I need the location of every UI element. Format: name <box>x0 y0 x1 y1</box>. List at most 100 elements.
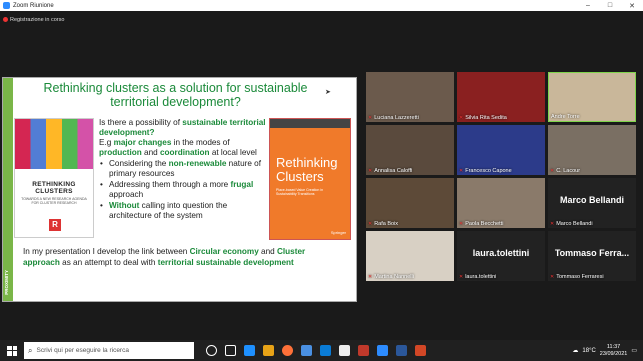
name-text: Rafa Boix <box>374 221 399 227</box>
window-title: Zoom Riunione <box>13 2 54 9</box>
publisher-logo-icon: R <box>49 219 61 231</box>
edge-icon[interactable] <box>244 345 255 356</box>
name-text: Marco Bellandi <box>556 221 593 227</box>
slide-bullets: Considering the non-renewable nature of … <box>99 159 269 221</box>
task-view-icon[interactable] <box>225 345 236 356</box>
windows-start-icon[interactable] <box>4 343 20 359</box>
book-subtitle-left: TOWARDS A NEW RESEARCH AGENDA FOR CLUSTE… <box>21 197 87 205</box>
mic-muted-icon: ✕ <box>368 115 373 121</box>
participant-tile[interactable]: ✕ Luciana Lazzeretti <box>366 72 454 122</box>
mic-muted-icon: ✕ <box>459 221 464 227</box>
participant-big-name: laura.tolettini <box>472 248 530 258</box>
participant-tile[interactable]: ✕ Annalisa Caloffi <box>366 125 454 175</box>
participant-tile[interactable]: Marco Bellandi ✕ Marco Bellandi <box>548 178 636 228</box>
maximize-button[interactable]: □ <box>599 0 621 11</box>
name-text: Annalisa Caloffi <box>374 168 413 174</box>
recording-bar: Registrazione in corso <box>0 11 643 29</box>
book-cover-right: Rethinking Clusters Place-based Value Cr… <box>269 118 351 240</box>
bullet-item: Without calling into question the archit… <box>99 201 269 221</box>
mic-muted-icon: ✕ <box>368 221 373 227</box>
participant-tile[interactable]: Andre Torre <box>548 72 636 122</box>
text-span: approach <box>109 190 144 199</box>
file-explorer-icon[interactable] <box>263 345 274 356</box>
recording-indicator[interactable]: Registrazione in corso <box>3 15 64 24</box>
participant-tile[interactable]: ✕ C. Lacour <box>548 125 636 175</box>
participant-name: ✕ C. Lacour <box>550 168 580 174</box>
participant-big-name: Marco Bellandi <box>559 195 624 205</box>
minimize-button[interactable]: – <box>577 0 599 11</box>
word-icon[interactable] <box>396 345 407 356</box>
participant-tile[interactable]: ✕ Silvia Rita Sedita <box>457 72 545 122</box>
shared-slide: PROXIMITY Rethinking clusters as a solut… <box>2 77 357 302</box>
slide-title: Rethinking clusters as a solution for su… <box>43 81 308 109</box>
date: 23/09/2021 <box>599 350 628 357</box>
zoom-logo-icon <box>3 2 10 9</box>
participant-name: ✕ Francesco Capone <box>459 168 512 174</box>
name-text: Martina Nannelli <box>374 274 414 280</box>
name-text: Luciana Lazzeretti <box>374 115 419 121</box>
bullet-item: Considering the non-renewable nature of … <box>99 159 269 179</box>
participant-name: ✕ Martina Nannelli <box>368 274 414 280</box>
mic-muted-icon: ✕ <box>368 274 373 280</box>
bullet-item: Addressing them through a more frugal ap… <box>99 180 269 200</box>
name-text: Andre Torre <box>551 114 580 120</box>
name-text: Francesco Capone <box>465 168 512 174</box>
slide-body: Is there a possibility of sustainable te… <box>99 118 269 221</box>
cortana-icon[interactable] <box>206 345 217 356</box>
zoom-icon[interactable] <box>377 345 388 356</box>
participant-tile[interactable]: ✕ Rafa Boix <box>366 178 454 228</box>
mic-muted-icon: ✕ <box>550 221 555 227</box>
book-title-right: Rethinking Clusters <box>276 155 338 184</box>
text-span: Addressing them through a more <box>109 180 231 189</box>
highlight-span: coordination <box>159 148 210 157</box>
participant-tile[interactable]: ✕ Martina Nannelli <box>366 231 454 281</box>
book-title-left: RETHINKING CLUSTERS <box>32 181 76 195</box>
book-cover-left: RETHINKING CLUSTERS TOWARDS A NEW RESEAR… <box>14 118 94 238</box>
mic-muted-icon: ✕ <box>550 168 555 174</box>
participant-name: ✕ laura.tolettini <box>459 274 496 280</box>
window-controls: – □ ✕ <box>577 0 643 11</box>
acrobat-icon[interactable] <box>358 345 369 356</box>
record-dot-icon <box>3 17 8 22</box>
participant-tile[interactable]: ✕ Francesco Capone <box>457 125 545 175</box>
text-span: at local level <box>209 148 257 157</box>
participant-name: ✕ Silvia Rita Sedita <box>459 115 507 121</box>
highlight-span: production <box>99 148 142 157</box>
mic-muted-icon: ✕ <box>368 168 373 174</box>
participant-name: ✕ Paola Becchetti <box>459 221 503 227</box>
participant-tile[interactable]: Tommaso Ferra... ✕ Tommaso Ferraresi <box>548 231 636 281</box>
store-icon[interactable] <box>301 345 312 356</box>
close-button[interactable]: ✕ <box>621 0 643 11</box>
name-text: C. Lacour <box>556 168 581 174</box>
participant-big-name: Tommaso Ferra... <box>554 248 630 258</box>
participant-name: Andre Torre <box>551 114 580 120</box>
mic-muted-icon: ✕ <box>459 115 464 121</box>
text-span: in the modes of <box>171 138 230 147</box>
participant-tile[interactable]: ✕ Paola Becchetti <box>457 178 545 228</box>
text-span: and <box>141 148 160 157</box>
temperature: 18°C <box>582 347 596 354</box>
outlook-icon[interactable] <box>320 345 331 356</box>
slide-side-label: PROXIMITY <box>4 270 9 295</box>
taskbar-search[interactable]: ⌕ Scrivi qui per eseguire la ricerca <box>24 342 194 359</box>
mic-muted-icon: ✕ <box>459 274 464 280</box>
powerpoint-icon[interactable] <box>415 345 426 356</box>
highlight-span: Circular economy <box>189 247 259 256</box>
participant-tile[interactable]: laura.tolettini ✕ laura.tolettini <box>457 231 545 281</box>
participant-name: ✕ Annalisa Caloffi <box>368 168 412 174</box>
cursor-icon: ➤ <box>325 89 331 96</box>
clock[interactable]: 11:37 23/09/2021 <box>600 344 628 358</box>
firefox-icon[interactable] <box>282 345 293 356</box>
book-subtitle-right: Place-based Value Creation in Sustainabi… <box>276 188 324 196</box>
notification-icon[interactable]: ▭ <box>631 347 637 354</box>
slide-side-strip: PROXIMITY <box>3 78 13 301</box>
participant-name: ✕ Marco Bellandi <box>550 221 593 227</box>
text-span: Considering the <box>109 159 169 168</box>
app-icon[interactable] <box>339 345 350 356</box>
participant-name: ✕ Tommaso Ferraresi <box>550 274 604 280</box>
mic-muted-icon: ✕ <box>459 168 464 174</box>
name-text: laura.tolettini <box>465 274 497 280</box>
taskbar-apps <box>206 345 426 356</box>
book-publisher: Springer <box>330 230 346 235</box>
participant-name: ✕ Rafa Boix <box>368 221 398 227</box>
